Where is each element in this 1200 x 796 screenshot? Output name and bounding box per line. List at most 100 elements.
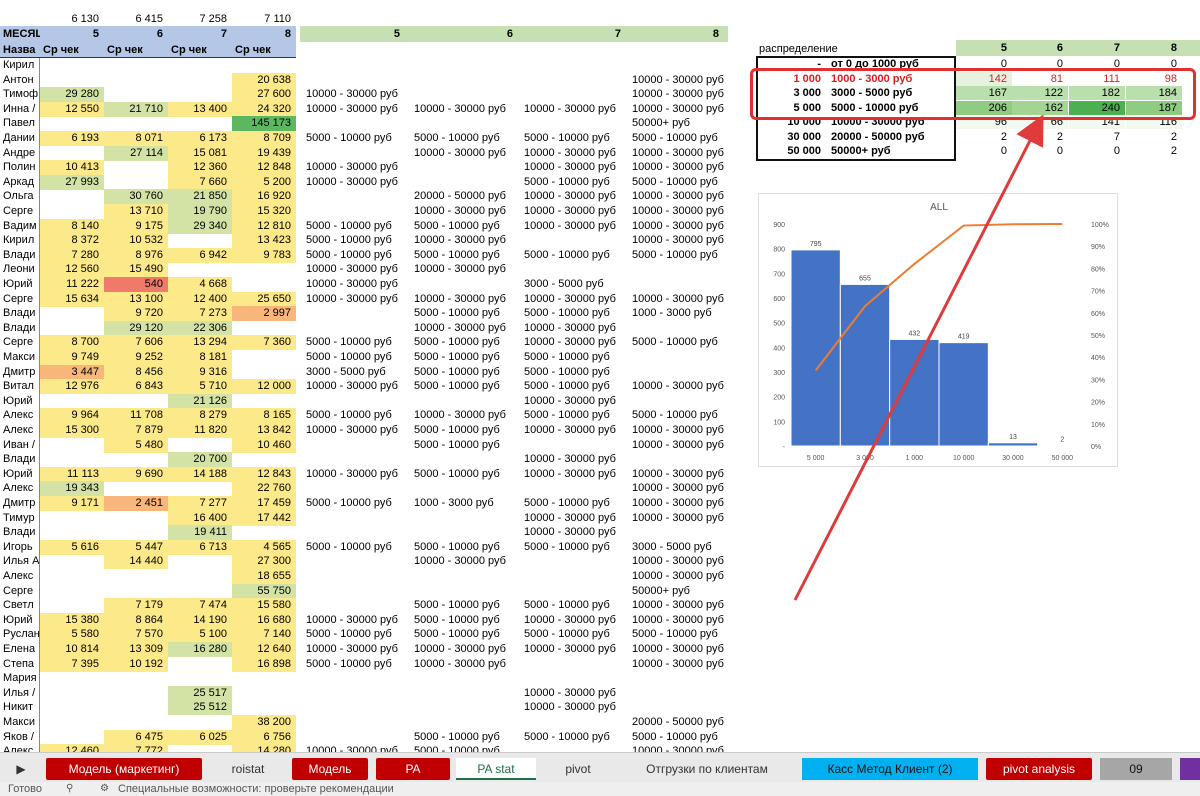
avg-check-cell[interactable]: 14 188 bbox=[168, 467, 232, 482]
avg-check-cell[interactable]: 15 081 bbox=[168, 146, 232, 161]
row-name-cell[interactable]: Антон bbox=[0, 73, 40, 88]
row-name-cell[interactable]: Алекс bbox=[0, 744, 40, 752]
bucket-cell[interactable]: 10000 - 30000 руб bbox=[303, 175, 408, 190]
row-name-cell[interactable]: Андре bbox=[0, 146, 40, 161]
bucket-cell[interactable]: 10000 - 30000 руб bbox=[521, 102, 629, 117]
bucket-cell[interactable]: 5000 - 10000 руб bbox=[303, 627, 408, 642]
avg-check-cell[interactable]: 12 360 bbox=[168, 160, 232, 175]
avg-check-cell[interactable]: 15 634 bbox=[40, 292, 104, 307]
avg-check-cell[interactable]: 12 000 bbox=[232, 379, 296, 394]
avg-check-cell[interactable]: 12 843 bbox=[232, 467, 296, 482]
avg-check-cell[interactable]: 8 071 bbox=[104, 131, 168, 146]
row-name-cell[interactable]: Илья А bbox=[0, 554, 40, 569]
avg-check-cell[interactable] bbox=[40, 511, 104, 526]
avg-check-cell[interactable]: 9 749 bbox=[40, 350, 104, 365]
bucket-cell[interactable]: 20000 - 50000 руб bbox=[629, 715, 727, 730]
bucket-cell[interactable]: 20000 - 50000 руб bbox=[411, 189, 521, 204]
bucket-cell[interactable]: 10000 - 30000 руб bbox=[303, 102, 408, 117]
avg-check-cell[interactable]: 12 640 bbox=[232, 642, 296, 657]
bucket-cell[interactable]: 10000 - 30000 руб bbox=[303, 87, 408, 102]
avg-check-cell[interactable]: 5 200 bbox=[232, 175, 296, 190]
bucket-cell[interactable]: 5000 - 10000 руб bbox=[411, 598, 521, 613]
avg-check-cell[interactable] bbox=[40, 58, 104, 73]
avg-check-cell[interactable] bbox=[104, 715, 168, 730]
bucket-cell[interactable] bbox=[303, 321, 408, 336]
bucket-cell[interactable]: 5000 - 10000 руб bbox=[521, 175, 629, 190]
avg-check-cell[interactable]: 5 580 bbox=[40, 627, 104, 642]
bucket-cell[interactable]: 10000 - 30000 руб bbox=[303, 744, 408, 752]
avg-check-cell[interactable] bbox=[104, 160, 168, 175]
avg-check-cell[interactable] bbox=[232, 365, 296, 380]
accessibility-status[interactable]: Специальные возможности: проверьте реком… bbox=[118, 782, 394, 796]
total-cell[interactable]: 7 258 bbox=[168, 12, 232, 26]
avg-check-cell[interactable] bbox=[104, 116, 168, 131]
avg-check-cell[interactable]: 10 814 bbox=[40, 642, 104, 657]
bucket-cell[interactable] bbox=[303, 730, 408, 745]
bucket-cell[interactable]: 5000 - 10000 руб bbox=[521, 540, 629, 555]
bucket-cell[interactable] bbox=[411, 671, 521, 686]
bucket-cell[interactable]: 10000 - 30000 руб bbox=[629, 379, 727, 394]
avg-check-cell[interactable]: 4 565 bbox=[232, 540, 296, 555]
right-month-header[interactable]: 5 bbox=[300, 26, 405, 42]
bucket-cell[interactable]: 10000 - 30000 руб bbox=[411, 642, 521, 657]
avg-check-cell[interactable] bbox=[40, 306, 104, 321]
bucket-cell[interactable] bbox=[629, 262, 727, 277]
bucket-cell[interactable]: 5000 - 10000 руб bbox=[629, 730, 727, 745]
avg-check-cell[interactable]: 13 294 bbox=[168, 335, 232, 350]
bucket-cell[interactable]: 5000 - 10000 руб bbox=[629, 248, 727, 263]
avg-check-cell[interactable]: 15 580 bbox=[232, 598, 296, 613]
avg-check-cell[interactable] bbox=[40, 525, 104, 540]
avg-check-cell[interactable]: 10 532 bbox=[104, 233, 168, 248]
bucket-cell[interactable]: 10000 - 30000 руб bbox=[629, 569, 727, 584]
avg-check-cell[interactable] bbox=[168, 584, 232, 599]
row-name-cell[interactable]: Аркад bbox=[0, 175, 40, 190]
avg-check-cell[interactable] bbox=[232, 452, 296, 467]
avg-check-cell[interactable]: 25 512 bbox=[168, 700, 232, 715]
avg-check-cell[interactable] bbox=[104, 686, 168, 701]
sheet-tab[interactable]: PA stat bbox=[456, 758, 536, 780]
avg-check-cell[interactable]: 19 343 bbox=[40, 481, 104, 496]
row-name-cell[interactable]: Илья / bbox=[0, 686, 40, 701]
avg-check-cell[interactable]: 27 600 bbox=[232, 87, 296, 102]
bucket-cell[interactable]: 10000 - 30000 руб bbox=[303, 292, 408, 307]
avg-check-cell[interactable] bbox=[232, 525, 296, 540]
bucket-cell[interactable]: 1000 - 3000 руб bbox=[629, 306, 727, 321]
right-month-header[interactable]: 6 bbox=[408, 26, 518, 42]
bucket-cell[interactable]: 5000 - 10000 руб bbox=[411, 219, 521, 234]
bucket-cell[interactable]: 10000 - 30000 руб bbox=[521, 321, 629, 336]
avg-check-cell[interactable]: 8 372 bbox=[40, 233, 104, 248]
bucket-cell[interactable]: 5000 - 10000 руб bbox=[411, 627, 521, 642]
avg-check-cell[interactable]: 8 976 bbox=[104, 248, 168, 263]
bucket-cell[interactable]: 5000 - 10000 руб bbox=[411, 438, 521, 453]
avg-check-cell[interactable] bbox=[168, 233, 232, 248]
avg-check-cell[interactable] bbox=[168, 438, 232, 453]
bucket-cell[interactable]: 10000 - 30000 руб bbox=[411, 292, 521, 307]
bucket-cell[interactable] bbox=[303, 481, 408, 496]
bucket-cell[interactable] bbox=[521, 671, 629, 686]
avg-check-cell[interactable] bbox=[104, 175, 168, 190]
avg-check-cell[interactable] bbox=[232, 686, 296, 701]
row-name-cell[interactable]: Серге bbox=[0, 584, 40, 599]
bucket-cell[interactable] bbox=[303, 73, 408, 88]
avg-check-cell[interactable]: 29 120 bbox=[104, 321, 168, 336]
row-name-cell[interactable]: Игорь bbox=[0, 540, 40, 555]
bucket-cell[interactable]: 10000 - 30000 руб bbox=[629, 438, 727, 453]
avg-check-header[interactable]: Ср чек bbox=[104, 42, 168, 58]
avg-check-cell[interactable] bbox=[168, 87, 232, 102]
bucket-cell[interactable]: 5000 - 10000 руб bbox=[303, 496, 408, 511]
row-name-cell[interactable]: Елена bbox=[0, 642, 40, 657]
avg-check-cell[interactable]: 24 320 bbox=[232, 102, 296, 117]
row-name-cell[interactable]: Кирил bbox=[0, 233, 40, 248]
bucket-cell[interactable]: 10000 - 30000 руб bbox=[411, 102, 521, 117]
avg-check-cell[interactable] bbox=[104, 481, 168, 496]
bucket-cell[interactable] bbox=[629, 321, 727, 336]
total-cell[interactable]: 7 110 bbox=[232, 12, 296, 26]
layout-icon[interactable]: ⚲ bbox=[66, 782, 73, 796]
bucket-cell[interactable] bbox=[303, 569, 408, 584]
bucket-cell[interactable] bbox=[629, 700, 727, 715]
avg-check-cell[interactable] bbox=[40, 452, 104, 467]
sheet-tab[interactable]: pivot analysis bbox=[986, 758, 1092, 780]
tab-scroll-button[interactable]: ▶ bbox=[10, 758, 32, 780]
avg-check-cell[interactable] bbox=[40, 189, 104, 204]
bucket-cell[interactable] bbox=[303, 116, 408, 131]
